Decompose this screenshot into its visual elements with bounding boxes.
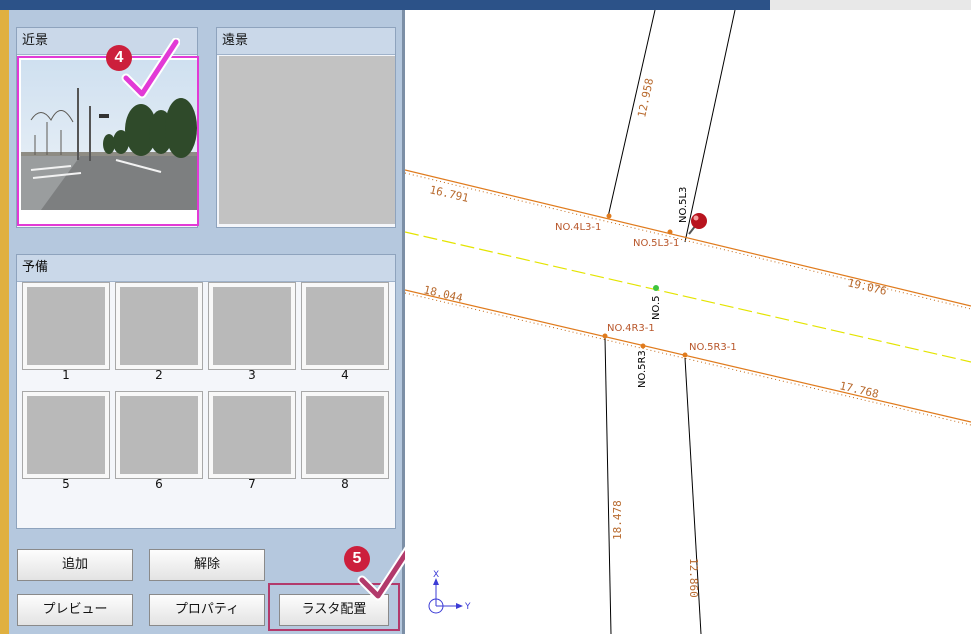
point-no4l3[interactable] bbox=[606, 213, 612, 219]
photo-pin-icon[interactable] bbox=[688, 213, 707, 235]
spare-slot-1[interactable] bbox=[22, 282, 110, 370]
survey-line bbox=[604, 337, 612, 634]
spare-slot-6[interactable] bbox=[115, 391, 203, 479]
point-label: NO.5R3 bbox=[637, 350, 648, 388]
photo-panel: 近景 遠景 予備 1 2 3 4 5 6 7 8 追加 解除 プレビュー プロパ… bbox=[9, 10, 402, 634]
spare-slot-label: 5 bbox=[62, 477, 70, 491]
axis-x-label: X bbox=[433, 570, 439, 580]
point-no5r3[interactable] bbox=[640, 343, 646, 349]
point-label: NO.5R3-1 bbox=[689, 342, 737, 353]
release-button[interactable]: 解除 bbox=[149, 549, 265, 581]
spare-slot-5[interactable] bbox=[22, 391, 110, 479]
point-no5[interactable] bbox=[653, 285, 659, 291]
spare-slot-label: 6 bbox=[155, 477, 163, 491]
spare-slot-label: 8 bbox=[341, 477, 349, 491]
spare-slot-2[interactable] bbox=[115, 282, 203, 370]
step-4-checkmark-icon bbox=[121, 38, 180, 99]
point-no5l3-1[interactable] bbox=[667, 229, 673, 235]
survey-line bbox=[684, 10, 736, 243]
add-button[interactable]: 追加 bbox=[17, 549, 133, 581]
measurement-label: 19.076 bbox=[846, 276, 888, 298]
point-label: NO.5 bbox=[651, 296, 662, 321]
spare-slot-3[interactable] bbox=[208, 282, 296, 370]
center-line bbox=[405, 231, 971, 363]
left-edge-strip bbox=[0, 10, 9, 634]
road-drawing: 12.958 16.791 19.076 18.044 17.768 18.47… bbox=[405, 10, 971, 634]
spare-slot-label: 1 bbox=[62, 368, 70, 382]
point-label: NO.5L3 bbox=[678, 187, 689, 223]
preview-button[interactable]: プレビュー bbox=[17, 594, 133, 626]
far-view-header: 遠景 bbox=[217, 28, 395, 55]
spare-slot-7[interactable] bbox=[208, 391, 296, 479]
measurement-label: 18.478 bbox=[611, 500, 624, 540]
spare-slot-label: 2 bbox=[155, 368, 163, 382]
spare-header: 予備 bbox=[17, 255, 395, 282]
spare-slot-4[interactable] bbox=[301, 282, 389, 370]
measurement-label: 18.044 bbox=[422, 283, 464, 305]
spare-slot-label: 3 bbox=[248, 368, 256, 382]
measurement-label: 12.860 bbox=[687, 558, 700, 598]
spare-slot-8[interactable] bbox=[301, 391, 389, 479]
properties-button[interactable]: プロパティ bbox=[149, 594, 265, 626]
spare-slot-label: 4 bbox=[341, 368, 349, 382]
far-view-photo-slot[interactable] bbox=[219, 56, 395, 224]
point-label: NO.4L3-1 bbox=[555, 222, 601, 233]
point-label: NO.5L3-1 bbox=[633, 238, 679, 249]
measurement-label: 17.768 bbox=[838, 379, 880, 401]
point-no5r3-1[interactable] bbox=[682, 352, 688, 358]
point-label: NO.4R3-1 bbox=[607, 323, 655, 334]
axis-y-label: Y bbox=[464, 602, 471, 612]
point-no4r3[interactable] bbox=[602, 333, 608, 339]
measurement-label: 16.791 bbox=[428, 183, 470, 205]
title-bar-right bbox=[770, 0, 971, 10]
spare-slot-label: 7 bbox=[248, 477, 256, 491]
drawing-canvas[interactable]: 12.958 16.791 19.076 18.044 17.768 18.47… bbox=[405, 10, 971, 634]
axis-indicator-icon bbox=[428, 578, 463, 614]
